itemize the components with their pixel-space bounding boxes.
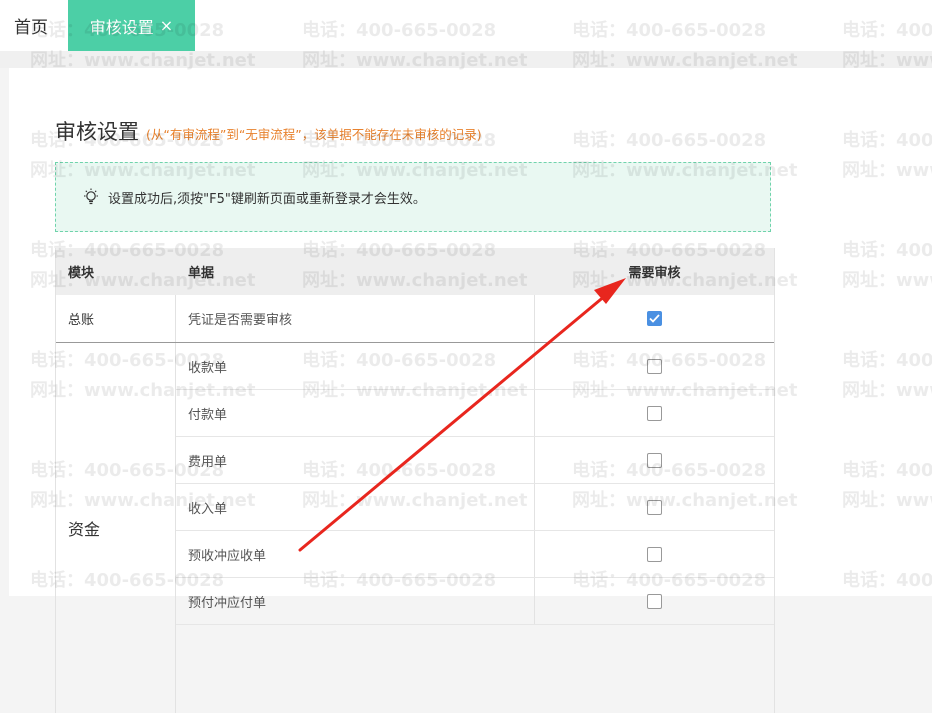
header-module: 模块 xyxy=(68,266,95,281)
divider xyxy=(0,51,932,68)
content-panel: 审核设置 (从“有审流程”到“无审流程”，该单据不能存在未审核的记录) 设置成功… xyxy=(9,68,932,713)
document-cell: 收入单 xyxy=(176,484,535,530)
document-cell: 预付冲应付单 xyxy=(176,578,535,624)
table-row: 预收冲应收单 xyxy=(176,531,774,578)
lightbulb-icon xyxy=(84,188,98,205)
tip-text: 设置成功后,须按"F5"键刷新页面或重新登录才会生效。 xyxy=(108,191,426,207)
review-cell xyxy=(535,578,774,624)
tab-bar: 首页 审核设置 × xyxy=(0,0,932,51)
review-cell xyxy=(535,390,774,436)
table-row: 预付冲应付单 xyxy=(176,578,774,625)
receipt-review-checkbox[interactable] xyxy=(647,358,662,374)
module-cell: 总账 xyxy=(56,295,176,342)
fund-rows: 收款单 付款单 费用单 收入单 预收冲应收单 预付冲应付单 xyxy=(176,343,774,713)
income-review-checkbox[interactable] xyxy=(647,499,662,515)
review-cell xyxy=(535,343,774,389)
document-cell: 预收冲应收单 xyxy=(176,531,535,577)
module-cell-fund: 资金 xyxy=(56,343,176,713)
review-cell xyxy=(535,484,774,530)
review-cell xyxy=(535,531,774,577)
table-row: 费用单 xyxy=(176,437,774,484)
document-cell: 费用单 xyxy=(176,437,535,483)
document-cell: 付款单 xyxy=(176,390,535,436)
voucher-review-checkbox[interactable] xyxy=(647,311,662,326)
tab-review-settings[interactable]: 审核设置 × xyxy=(68,0,195,51)
expense-review-checkbox[interactable] xyxy=(647,452,662,468)
page-title: 审核设置 (从“有审流程”到“无审流程”，该单据不能存在未审核的记录) xyxy=(55,116,482,146)
tip-box: 设置成功后,须按"F5"键刷新页面或重新登录才会生效。 xyxy=(55,162,771,232)
header-review: 需要审核 xyxy=(628,266,681,281)
review-settings-table: 模块 单据 需要审核 总账 凭证是否需要审核 资金 收款单 付款单 费用单 收入… xyxy=(55,248,775,713)
table-row: 总账 凭证是否需要审核 xyxy=(56,295,774,343)
page-subtitle: (从“有审流程”到“无审流程”，该单据不能存在未审核的记录) xyxy=(146,127,482,142)
document-cell: 凭证是否需要审核 xyxy=(176,295,535,342)
tab-review-settings-label: 审核设置 xyxy=(89,17,154,37)
table-row: 付款单 xyxy=(176,390,774,437)
check-icon xyxy=(649,314,660,323)
review-cell xyxy=(535,295,774,342)
payment-review-checkbox[interactable] xyxy=(647,405,662,421)
fund-group: 资金 收款单 付款单 费用单 收入单 预收冲应收单 预付冲应付单 xyxy=(56,343,774,713)
advance-receipt-offset-checkbox[interactable] xyxy=(647,546,662,562)
table-row: 收款单 xyxy=(176,343,774,390)
close-icon[interactable]: × xyxy=(160,17,173,34)
review-cell xyxy=(535,437,774,483)
tab-home-label: 首页 xyxy=(14,18,48,38)
table-row: 收入单 xyxy=(176,484,774,531)
table-header: 模块 单据 需要审核 xyxy=(56,248,774,295)
header-document: 单据 xyxy=(188,266,215,281)
tab-home[interactable]: 首页 xyxy=(0,0,62,51)
document-cell: 收款单 xyxy=(176,343,535,389)
page-title-text: 审核设置 xyxy=(55,120,139,144)
